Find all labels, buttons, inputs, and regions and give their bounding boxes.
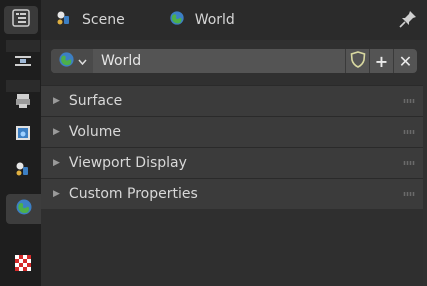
panel-empty-area <box>41 209 423 286</box>
section-viewport-display[interactable]: ▶ Viewport Display <box>41 147 423 178</box>
breadcrumb: Scene World <box>56 10 235 30</box>
render-icon <box>15 93 31 113</box>
drag-handle-icon[interactable] <box>403 161 415 165</box>
unlink-world-button[interactable]: ✕ <box>393 49 417 73</box>
collapsed-arrow-icon: ▶ <box>53 96 60 106</box>
tab-render[interactable] <box>6 88 40 118</box>
pin-icon <box>399 11 417 32</box>
world-icon <box>169 10 185 30</box>
world-datablock-selector: World + ✕ <box>51 49 417 73</box>
world-icon <box>58 51 75 72</box>
section-label: Viewport Display <box>68 155 187 171</box>
properties-editor: Scene World World + ✕ ▶ Surface ▶ Volume… <box>0 0 427 286</box>
new-world-button[interactable]: + <box>369 49 393 73</box>
panel-sections: ▶ Surface ▶ Volume ▶ Viewport Display ▶ … <box>41 85 423 209</box>
section-label: Custom Properties <box>68 186 198 202</box>
drag-handle-icon[interactable] <box>403 192 415 196</box>
scene-icon <box>15 161 31 181</box>
drag-handle-icon[interactable] <box>403 130 415 134</box>
properties-tab-strip <box>0 0 41 286</box>
section-label: Volume <box>68 124 121 140</box>
tab-texture[interactable] <box>6 250 40 280</box>
chevron-down-icon <box>77 54 87 69</box>
breadcrumb-world[interactable]: World <box>195 12 235 28</box>
properties-editor-icon <box>12 9 30 31</box>
world-icon <box>15 198 33 220</box>
texture-icon <box>15 255 31 275</box>
section-label: Surface <box>68 93 123 109</box>
breadcrumb-scene[interactable]: Scene <box>82 12 125 28</box>
tab-tool[interactable] <box>6 48 40 78</box>
section-volume[interactable]: ▶ Volume <box>41 116 423 147</box>
browse-world-button[interactable] <box>51 49 93 73</box>
collapsed-arrow-icon: ▶ <box>53 189 60 199</box>
editor-type-button[interactable] <box>4 6 38 34</box>
collapsed-arrow-icon: ▶ <box>53 158 60 168</box>
fake-user-button[interactable] <box>345 49 369 73</box>
tab-output[interactable] <box>6 120 40 150</box>
tab-scene[interactable] <box>6 156 40 186</box>
tool-icon <box>14 53 32 73</box>
world-properties-panel: World + ✕ ▶ Surface ▶ Volume ▶ Viewport … <box>41 40 423 286</box>
shield-icon <box>350 50 366 72</box>
section-custom-properties[interactable]: ▶ Custom Properties <box>41 178 423 209</box>
world-name-field[interactable]: World <box>93 49 345 73</box>
drag-handle-icon[interactable] <box>403 99 415 103</box>
output-icon <box>15 125 31 145</box>
section-surface[interactable]: ▶ Surface <box>41 85 423 116</box>
pin-button[interactable] <box>399 10 417 32</box>
properties-header: Scene World <box>41 0 427 40</box>
collapsed-arrow-icon: ▶ <box>53 127 60 137</box>
tab-world[interactable] <box>6 194 41 224</box>
tab-separator <box>6 228 40 240</box>
scene-icon <box>56 10 72 30</box>
